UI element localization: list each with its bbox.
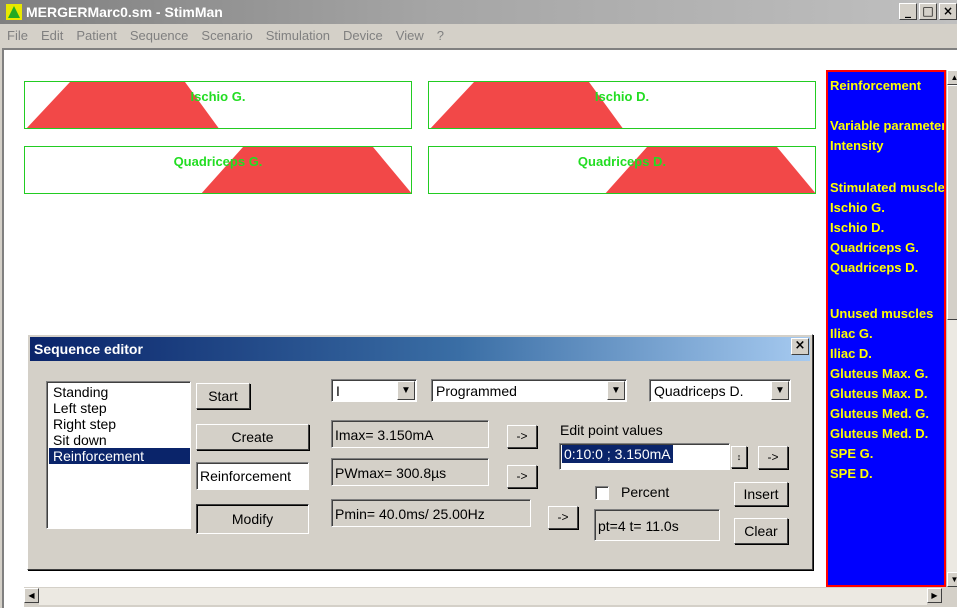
info-line: Ischio D. [830, 220, 885, 235]
info-line: Ischio G. [830, 200, 885, 215]
list-item[interactable]: Standing [49, 384, 190, 400]
menu-scenario[interactable]: Scenario [194, 24, 258, 48]
close-button[interactable]: × [939, 3, 957, 20]
info-line: Gluteus Max. D. [830, 386, 928, 401]
point-info-display: pt=4 t= 11.0s [594, 509, 720, 541]
point-value-text: 0:10:0 ; 3.150mA [562, 445, 673, 463]
edit-point-label: Edit point values [560, 422, 663, 438]
info-line: Quadriceps D. [830, 260, 919, 275]
select-value: Programmed [436, 383, 517, 399]
pmin-arrow-button[interactable]: -> [548, 506, 578, 529]
menu-edit[interactable]: Edit [34, 24, 69, 48]
select-value: I [336, 383, 340, 399]
start-button[interactable]: Start [196, 383, 250, 409]
info-line: Gluteus Med. G. [830, 406, 929, 421]
pmin-display: Pmin= 40.0ms/ 25.00Hz [331, 499, 531, 527]
dialog-close-button[interactable]: × [791, 338, 809, 355]
maximize-button[interactable]: □ [919, 3, 937, 20]
menu-patient[interactable]: Patient [69, 24, 122, 48]
list-item[interactable]: Left step [49, 400, 190, 416]
scroll-thumb[interactable] [947, 85, 957, 320]
muscle-label: Ischio G. [190, 89, 246, 104]
muscle-plot-ischio-g[interactable]: Ischio G. [24, 81, 412, 129]
info-line: Iliac D. [830, 346, 872, 361]
info-line: Variable parameter [830, 118, 946, 133]
percent-label: Percent [621, 484, 670, 500]
menu-help[interactable]: ? [430, 24, 450, 48]
muscle-plot-quadriceps-g[interactable]: Quadriceps G. [24, 146, 412, 194]
point-arrow-button[interactable]: -> [758, 446, 788, 469]
imax-arrow-button[interactable]: -> [507, 425, 537, 448]
muscle-select[interactable]: Quadriceps D. ▼ [649, 379, 791, 402]
muscle-label: Quadriceps G. [173, 154, 263, 169]
scroll-left-icon[interactable]: ◀ [24, 588, 39, 603]
insert-button[interactable]: Insert [734, 482, 788, 506]
horizontal-scrollbar[interactable]: ◀ ▶ [24, 587, 957, 607]
minimize-button[interactable]: _ [899, 3, 917, 20]
spin-button[interactable]: ↕ [731, 446, 747, 468]
dialog-title: Sequence editor [34, 341, 143, 357]
info-line: SPE D. [830, 466, 873, 481]
muscle-plot-quadriceps-d[interactable]: Quadriceps D. [428, 146, 816, 194]
info-line: Gluteus Med. D. [830, 426, 929, 441]
select-value: Quadriceps D. [654, 383, 744, 399]
muscle-plot-ischio-d[interactable]: Ischio D. [428, 81, 816, 129]
info-line: Unused muscles [830, 306, 934, 321]
list-item[interactable]: Right step [49, 416, 190, 432]
scroll-track[interactable] [39, 588, 927, 605]
info-line: Gluteus Max. G. [830, 366, 929, 381]
sequence-name-input[interactable]: Reinforcement [196, 462, 309, 490]
chevron-down-icon[interactable]: ▼ [607, 381, 625, 400]
title-bar: MERGERMarc0.sm - StimMan _ □ × [0, 0, 957, 24]
menu-stimulation[interactable]: Stimulation [259, 24, 336, 48]
mode-select[interactable]: Programmed ▼ [431, 379, 627, 402]
list-item-selected[interactable]: Reinforcement [49, 448, 190, 464]
clear-button[interactable]: Clear [734, 518, 788, 544]
chevron-down-icon[interactable]: ▼ [771, 381, 789, 400]
muscle-label: Quadriceps D. [577, 154, 667, 169]
list-item[interactable]: Sit down [49, 432, 190, 448]
sequence-info-panel: Reinforcement Variable parameter Intensi… [826, 70, 946, 587]
window-controls: _ □ × [899, 3, 957, 20]
imax-display: Imax= 3.150mA [331, 420, 489, 448]
pwmax-display: PWmax= 300.8µs [331, 458, 489, 486]
modify-button[interactable]: Modify [196, 504, 309, 534]
menu-file[interactable]: File [0, 24, 34, 48]
point-value-field[interactable]: 0:10:0 ; 3.150mA [559, 443, 730, 470]
info-line: Stimulated muscles [830, 180, 946, 195]
sequence-editor-dialog: Sequence editor × Standing Left step Rig… [27, 334, 813, 570]
chevron-down-icon[interactable]: ▼ [397, 381, 415, 400]
window-title: MERGERMarc0.sm - StimMan [26, 4, 223, 20]
percent-checkbox[interactable] [595, 486, 609, 500]
menu-sequence[interactable]: Sequence [123, 24, 195, 48]
info-line: SPE G. [830, 446, 874, 461]
menu-device[interactable]: Device [336, 24, 389, 48]
pwmax-arrow-button[interactable]: -> [507, 465, 537, 488]
info-line: Reinforcement [830, 78, 922, 93]
info-line: Intensity [830, 138, 884, 153]
menu-view[interactable]: View [389, 24, 430, 48]
muscle-label: Ischio D. [594, 89, 650, 104]
scroll-up-icon[interactable]: ▲ [947, 70, 957, 85]
menu-bar: File Edit Patient Sequence Scenario Stim… [0, 24, 957, 48]
app-icon [6, 4, 22, 20]
info-line: Iliac G. [830, 326, 873, 341]
vertical-scrollbar[interactable]: ▲ ▼ [946, 70, 957, 587]
parameter-select[interactable]: I ▼ [331, 379, 417, 402]
sequence-list[interactable]: Standing Left step Right step Sit down R… [46, 381, 191, 529]
create-button[interactable]: Create [196, 424, 309, 450]
scroll-right-icon[interactable]: ▶ [927, 588, 942, 603]
scroll-down-icon[interactable]: ▼ [947, 572, 957, 587]
info-line: Quadriceps G. [830, 240, 919, 255]
dialog-title-bar: Sequence editor [30, 337, 810, 361]
